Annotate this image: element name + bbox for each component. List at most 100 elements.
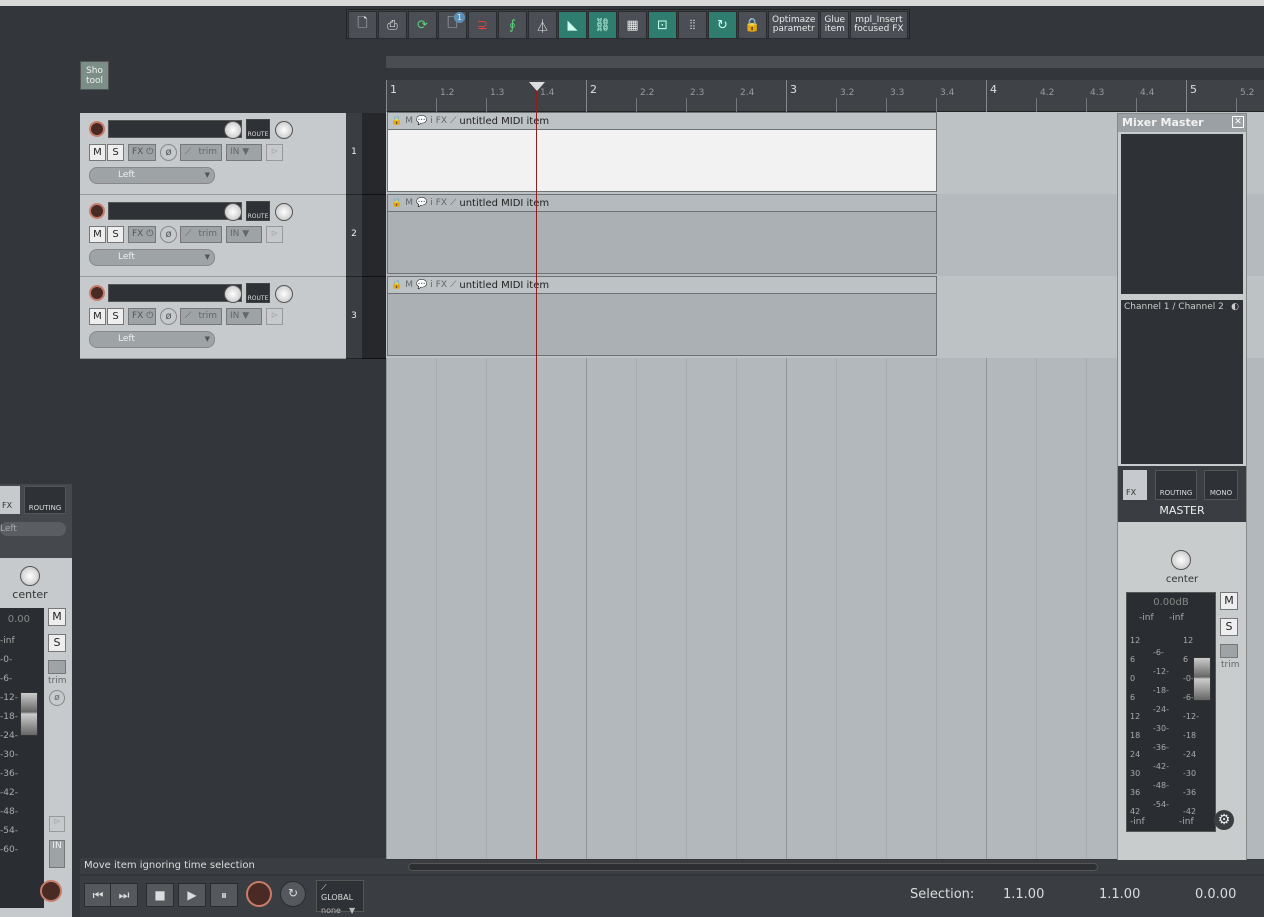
trim-button[interactable]: ⟋ trim	[180, 308, 222, 325]
item-header-icon[interactable]: ⟋	[450, 280, 456, 290]
insert-focused-fx-button[interactable]: mpl_Insert focused FX	[850, 11, 908, 39]
route-button[interactable]: ROUTE	[246, 119, 270, 139]
selection-end[interactable]: 1.1.00	[1099, 887, 1140, 902]
render-button[interactable]: ⎙	[378, 11, 407, 39]
item-header-icon[interactable]: i	[430, 116, 433, 126]
scroll-thumb[interactable]	[408, 863, 1098, 871]
fx-button[interactable]: FX ⏻	[128, 144, 156, 161]
item-body[interactable]	[388, 211, 936, 273]
solo-button[interactable]: S	[107, 144, 124, 161]
track-name-input[interactable]	[108, 120, 242, 138]
refresh-button[interactable]: ⟳	[408, 11, 437, 39]
item-header-icon[interactable]: FX	[436, 280, 447, 290]
item-body[interactable]	[388, 293, 936, 355]
channel-selector[interactable]: Left	[0, 522, 66, 536]
routing-button[interactable]: ROUTING	[1155, 470, 1197, 500]
play-button[interactable]: ▶	[178, 883, 206, 907]
trim-button[interactable]: ⟋ trim	[180, 144, 222, 161]
selection-start[interactable]: 1.1.00	[1003, 887, 1044, 902]
channel-selector[interactable]: Left	[89, 331, 215, 348]
fx-button[interactable]: FX	[1123, 470, 1147, 500]
solo-button[interactable]: S	[48, 634, 66, 652]
pan-knob[interactable]	[275, 203, 293, 221]
record-arm-button[interactable]	[40, 880, 62, 902]
item-header-icon[interactable]: i	[430, 280, 433, 290]
stop-button[interactable]: ■	[146, 883, 174, 907]
optimize-parameter-button[interactable]: Optimaze parametr	[768, 11, 820, 39]
timeline-ruler[interactable]: 1 1.2 1.3 1.4 2 2.2 2.3 2.4 3 3.2 3.3 3.4 4 4.2 4.3 4.4…	[386, 80, 1264, 112]
record-arm-button[interactable]	[89, 285, 105, 301]
loop-button[interactable]: ↻	[708, 11, 737, 39]
spectral-button[interactable]: ⦙⦙	[678, 11, 707, 39]
mute-button[interactable]: M	[1220, 592, 1238, 610]
mute-button[interactable]: M	[48, 608, 66, 626]
go-to-end-button[interactable]: ⏭	[110, 883, 138, 907]
track-number[interactable]: 1	[346, 113, 362, 195]
grid-link-button[interactable]: ⛓	[588, 11, 617, 39]
record-button[interactable]	[246, 881, 272, 907]
item-header-icon[interactable]: 🔒	[391, 116, 402, 126]
item-header-icon[interactable]: M	[405, 280, 413, 290]
routing-button[interactable]: ROUTING	[24, 486, 66, 514]
horizontal-scrollbar[interactable]	[386, 860, 1264, 874]
input-button[interactable]: IN ▼	[226, 308, 262, 325]
record-arm-button[interactable]	[89, 121, 105, 137]
pause-button[interactable]: ⏸	[210, 883, 238, 907]
input-button[interactable]: IN	[49, 840, 65, 868]
item-header-icon[interactable]: 💬	[416, 116, 427, 126]
fx-list[interactable]	[1121, 134, 1243, 294]
channel-selector[interactable]: Left	[89, 249, 215, 266]
channel-selector[interactable]: Channel 1 / Channel 2 ◐	[1121, 300, 1243, 314]
pan-knob[interactable]	[1171, 550, 1191, 570]
mute-button[interactable]: M	[89, 144, 106, 161]
item-header-icon[interactable]: 💬	[416, 198, 427, 208]
channel-selector[interactable]: Left	[89, 167, 215, 184]
env-arm-icon[interactable]: ⊳	[266, 308, 283, 325]
volume-fader[interactable]	[20, 692, 38, 736]
sho-tool-button[interactable]: Sho tool	[80, 61, 109, 90]
item-header-icon[interactable]: 💬	[416, 280, 427, 290]
volume-fader[interactable]	[1193, 657, 1211, 701]
item-header-icon[interactable]: i	[430, 198, 433, 208]
snap-button[interactable]: ◣	[558, 11, 587, 39]
solo-button[interactable]: S	[107, 226, 124, 243]
volume-knob[interactable]	[224, 285, 242, 303]
automation-mode-selector[interactable]: ⟋ GLOBAL none ▼	[316, 880, 364, 915]
item-body[interactable]	[388, 129, 936, 191]
track-name-input[interactable]	[108, 284, 242, 302]
go-to-start-button[interactable]: ⏮	[84, 883, 112, 907]
item-header-icon[interactable]: ⟋	[450, 116, 456, 126]
pan-knob[interactable]	[20, 566, 40, 586]
item-header-icon[interactable]: FX	[436, 198, 447, 208]
env-arm-icon[interactable]: ⊳	[266, 144, 283, 161]
midi-item[interactable]: 🔒 M 💬 i FX ⟋ untitled MIDI item	[387, 112, 937, 192]
phase-icon[interactable]: ø	[160, 144, 177, 161]
envelope-button[interactable]: ∮	[498, 11, 527, 39]
close-button[interactable]: ✕	[1232, 116, 1244, 128]
phase-icon[interactable]: ø	[49, 690, 65, 706]
item-header-icon[interactable]: FX	[436, 116, 447, 126]
mono-button[interactable]: MONO	[1204, 470, 1238, 500]
route-button[interactable]: ROUTE	[246, 201, 270, 221]
item-edit-button[interactable]: ⊡	[648, 11, 677, 39]
route-button[interactable]: ROUTE	[246, 283, 270, 303]
phase-icon[interactable]: ø	[160, 308, 177, 325]
settings-gear-icon[interactable]: ⚙	[1214, 810, 1234, 830]
volume-knob[interactable]	[224, 203, 242, 221]
item-header-icon[interactable]: 🔒	[391, 198, 402, 208]
phase-icon[interactable]: ø	[160, 226, 177, 243]
selection-length[interactable]: 0.0.00	[1195, 887, 1236, 902]
fx-button[interactable]: FX ⏻	[128, 226, 156, 243]
item-header-icon[interactable]: 🔒	[391, 280, 402, 290]
track-number[interactable]: 2	[346, 195, 362, 277]
record-arm-button[interactable]	[89, 203, 105, 219]
solo-button[interactable]: S	[1220, 618, 1238, 636]
input-button[interactable]: IN ▼	[226, 144, 262, 161]
ripple-button[interactable]: ⊋	[468, 11, 497, 39]
grid-button[interactable]: ▦	[618, 11, 647, 39]
fx-button[interactable]: FX ⏻	[128, 308, 156, 325]
pan-knob[interactable]	[275, 285, 293, 303]
pan-knob[interactable]	[275, 121, 293, 139]
track-number[interactable]: 3	[346, 277, 362, 359]
new-project-button[interactable]: 🗋	[348, 11, 377, 39]
